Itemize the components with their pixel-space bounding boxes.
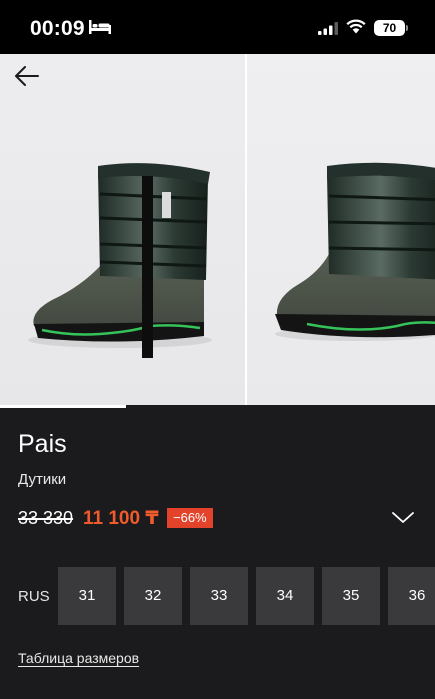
battery-tip [406,25,408,31]
wifi-icon [346,19,366,39]
gallery-progress-fill [0,405,127,408]
size-system-label: RUS [18,588,50,605]
back-arrow-icon[interactable] [14,66,40,91]
battery-indicator: 70 [374,20,405,36]
signal-icon [318,22,338,40]
bed-icon [89,20,111,39]
size-option[interactable]: 31 [58,567,116,625]
size-option[interactable]: 33 [190,567,248,625]
old-price: 33 330 [18,508,74,528]
size-option[interactable]: 32 [124,567,182,625]
status-bar: 00:09 70 [0,0,435,54]
product-brand: Pais [18,430,67,458]
discount-badge: −66% [167,508,213,528]
product-category: Дутики [18,471,67,488]
size-chart-link[interactable]: Таблица размеров [18,650,139,666]
size-selector[interactable]: 31 32 33 34 35 36 [58,567,435,625]
size-option[interactable]: 34 [256,567,314,625]
product-photo-1[interactable] [0,54,245,408]
gallery-progress [0,405,435,408]
size-option[interactable]: 36 [388,567,435,625]
product-gallery[interactable] [0,54,435,408]
status-time: 00:09 [30,17,85,40]
product-photo-2[interactable] [247,54,435,408]
sale-price: 11 100 ₸ [83,508,159,529]
size-option[interactable]: 35 [322,567,380,625]
chevron-down-icon[interactable] [392,511,414,529]
